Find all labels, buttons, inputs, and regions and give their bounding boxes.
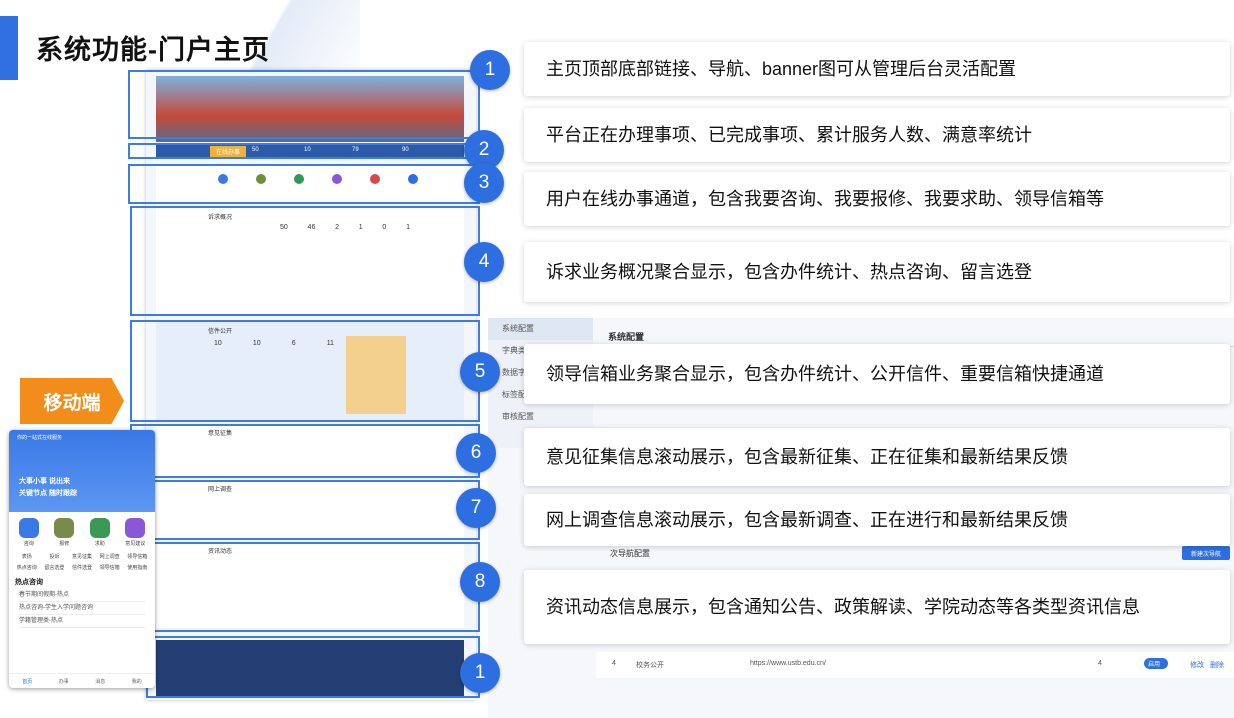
feature-card: 诉求业务概况聚合显示，包含办件统计、热点咨询、留言选登 <box>524 242 1230 302</box>
mobile-sub-icon[interactable]: 使用指南 <box>123 564 151 571</box>
new-subnav-button[interactable]: 新建次导航 <box>1182 546 1230 560</box>
admin-sidebar-item[interactable]: 审核配置 <box>488 406 593 428</box>
highlight-box-5 <box>130 320 480 422</box>
mobile-tabbar: 首页 办事 消息 我的 <box>9 673 155 688</box>
mobile-icon[interactable]: 报修 <box>54 518 75 547</box>
row-index: 4 <box>612 660 616 667</box>
feature-text: 意见征集信息滚动展示，包含最新征集、正在征集和最新结果反馈 <box>546 447 1068 467</box>
feature-text: 诉求业务概况聚合显示，包含办件统计、热点咨询、留言选登 <box>546 262 1032 282</box>
feature-card: 意见征集信息滚动展示，包含最新征集、正在征集和最新结果反馈 <box>524 428 1230 486</box>
highlight-box-9 <box>146 636 480 698</box>
mobile-sub-icon[interactable]: 领导信箱 <box>96 564 124 571</box>
feature-card: 领导信箱业务聚合显示，包含办件统计、公开信件、重要信箱快捷通道 <box>524 344 1230 404</box>
feature-card: 用户在线办事通道，包含我要咨询、我要报修、我要求助、领导信箱等 <box>524 172 1230 226</box>
row-delete-link[interactable]: 删除 <box>1210 660 1224 670</box>
hot-item[interactable]: 热点咨询-学生入学问题咨询 <box>19 602 145 615</box>
title-accent-bar <box>0 16 18 80</box>
mobile-icon[interactable]: 求助 <box>89 518 110 547</box>
highlight-box-7 <box>130 480 480 540</box>
number-badge: 8 <box>460 562 500 602</box>
highlight-box-3 <box>128 164 480 204</box>
number-badge: 5 <box>460 352 500 392</box>
row-url: https://www.ustb.edu.cn/ <box>750 660 826 667</box>
portal-screenshot: 在线办事 50 10 79 90 诉求概况 50 46 2 1 0 1 信件公开… <box>128 70 480 700</box>
hot-title: 热点咨询 <box>15 579 43 586</box>
number-badge: 1 <box>460 653 500 693</box>
mobile-header: 你的一站式在线服务 大事小事 说出来 关键节点 随时跟踪 <box>9 430 155 512</box>
highlight-box-2 <box>128 143 480 159</box>
mobile-sub-icon[interactable]: 领导信箱 <box>123 553 151 560</box>
mobile-main-icons: 咨询 报修 求助 意见建议 <box>9 512 155 549</box>
number-badge: 1 <box>470 50 510 90</box>
mobile-sub-icon[interactable]: 表扬 <box>13 553 41 560</box>
mobile-icon[interactable]: 意见建议 <box>125 518 145 547</box>
highlight-box-6 <box>130 424 480 478</box>
mobile-sub-icon[interactable]: 信件选登 <box>68 564 96 571</box>
feature-text: 用户在线办事通道，包含我要咨询、我要报修、我要求助、领导信箱等 <box>546 189 1104 209</box>
feature-card: 主页顶部底部链接、导航、banner图可从管理后台灵活配置 <box>524 42 1230 96</box>
tab[interactable]: 办事 <box>59 678 69 685</box>
row-edit-link[interactable]: 修改 <box>1190 660 1204 670</box>
tab[interactable]: 消息 <box>95 678 105 685</box>
mobile-sub-icon[interactable]: 留言选登 <box>41 564 69 571</box>
number-badge: 6 <box>456 433 496 473</box>
subnav-title: 次导航配置 <box>610 549 650 558</box>
subnav-row: 4 校务公开 https://www.ustb.edu.cn/ 4 启用 修改 … <box>596 652 1234 678</box>
feature-card: 资讯动态信息展示，包含通知公告、政策解读、学院动态等各类型资讯信息 <box>524 570 1230 644</box>
feature-card: 平台正在办理事项、已完成事项、累计服务人数、满意率统计 <box>524 108 1230 162</box>
number-badge: 4 <box>464 242 504 282</box>
feature-card: 网上调查信息滚动展示，包含最新调查、正在进行和最新结果反馈 <box>524 494 1230 546</box>
page-title: 系统功能-门户主页 <box>36 35 270 65</box>
feature-text: 网上调查信息滚动展示，包含最新调查、正在进行和最新结果反馈 <box>546 510 1068 530</box>
highlight-box-1 <box>128 70 480 139</box>
feature-text: 资讯动态信息展示，包含通知公告、政策解读、学院动态等各类型资讯信息 <box>546 597 1140 617</box>
hot-item[interactable]: 学籍管理类-热点 <box>19 615 145 628</box>
mobile-slogan: 大事小事 说出来 <box>19 478 70 485</box>
number-badge: 7 <box>456 488 496 528</box>
hot-item[interactable]: 春节期间假期-热点 <box>19 589 145 602</box>
hot-list: 春节期间假期-热点 热点咨询-学生入学问题咨询 学籍管理类-热点 <box>9 589 155 628</box>
mobile-label: 移动端 <box>20 378 124 424</box>
row-name: 校务公开 <box>636 662 664 669</box>
highlight-box-4 <box>130 206 480 316</box>
mobile-sub-icon[interactable]: 投诉 <box>41 553 69 560</box>
mobile-icon[interactable]: 咨询 <box>18 518 39 547</box>
mobile-sub-icon[interactable]: 热点咨询 <box>13 564 41 571</box>
mobile-screenshot: 你的一站式在线服务 大事小事 说出来 关键节点 随时跟踪 咨询 报修 求助 意见… <box>9 430 155 688</box>
row-order: 4 <box>1098 660 1102 667</box>
tab[interactable]: 我的 <box>132 678 142 685</box>
number-badge: 3 <box>464 163 504 203</box>
mobile-sub-icons: 表扬 投诉 意见征集 网上调查 领导信箱 热点咨询 留言选登 信件选登 领导信箱… <box>9 549 155 573</box>
feature-text: 主页顶部底部链接、导航、banner图可从管理后台灵活配置 <box>546 59 1017 79</box>
tab[interactable]: 首页 <box>22 678 32 685</box>
mobile-sub-icon[interactable]: 网上调查 <box>96 553 124 560</box>
mobile-sub-icon[interactable]: 意见征集 <box>68 553 96 560</box>
admin-sidebar-item[interactable]: 系统配置 <box>488 318 593 340</box>
mobile-slogan: 关键节点 随时跟踪 <box>19 490 77 497</box>
highlight-box-8 <box>130 542 480 632</box>
feature-text: 领导信箱业务聚合显示，包含办件统计、公开信件、重要信箱快捷通道 <box>546 364 1104 384</box>
mobile-header-text: 你的一站式在线服务 <box>17 435 63 441</box>
feature-text: 平台正在办理事项、已完成事项、累计服务人数、满意率统计 <box>546 125 1032 145</box>
row-status-toggle[interactable]: 启用 <box>1144 658 1169 669</box>
